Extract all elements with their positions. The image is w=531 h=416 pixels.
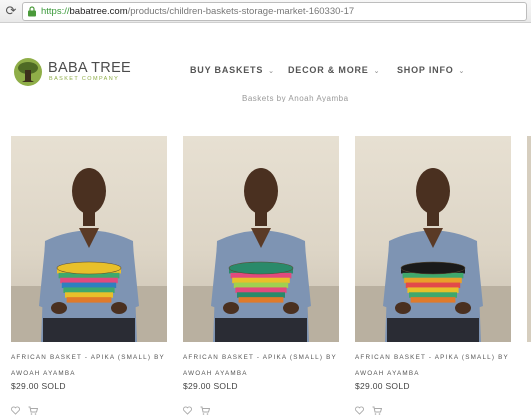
- product-price: $29.00 SOLD: [11, 381, 66, 391]
- collection-subtitle: Baskets by Anoah Ayamba: [242, 94, 349, 102]
- lock-icon: [28, 6, 36, 17]
- nav-decor-more[interactable]: DECOR & MORE ⌄: [288, 65, 380, 75]
- product-title[interactable]: AFRICAN BASKET - APIKA (SMALL) BY AWOAH …: [355, 350, 515, 382]
- reload-icon[interactable]: ⟳: [5, 4, 17, 18]
- left-hand: [223, 302, 239, 314]
- product-actions: [183, 406, 223, 416]
- basket-stripe: [404, 277, 462, 284]
- head: [72, 168, 106, 214]
- head: [244, 168, 278, 214]
- trousers: [215, 318, 307, 342]
- next-product-peek: [527, 136, 531, 342]
- product-photo[interactable]: [11, 136, 167, 342]
- basket-stripe: [61, 282, 117, 289]
- right-hand: [455, 302, 471, 314]
- baobab-tree-icon: [14, 58, 42, 86]
- head: [416, 168, 450, 214]
- url-text: https://babatree.com/products/children-b…: [41, 5, 354, 18]
- browser-toolbar: ⟳ https://babatree.com/products/children…: [0, 0, 531, 23]
- basket-rim: [56, 261, 122, 275]
- product-title[interactable]: AFRICAN BASKET - APIKA (SMALL) BY AWOAH …: [183, 350, 343, 382]
- right-hand: [111, 302, 127, 314]
- nav-shop-info[interactable]: SHOP INFO ⌄: [397, 65, 465, 75]
- basket-rim: [228, 261, 294, 275]
- neck-skin: [255, 210, 267, 226]
- nav-label: BUY BASKETS: [190, 65, 264, 75]
- basket-stripe: [233, 282, 289, 289]
- basket-stripe: [63, 287, 115, 293]
- basket-stripe: [405, 282, 461, 289]
- product-photo-art: [183, 168, 339, 342]
- basket-stripe: [235, 287, 287, 293]
- logo-name: BABA TREE: [48, 60, 132, 76]
- trousers: [387, 318, 479, 342]
- product-photo-art: [11, 168, 167, 342]
- product-actions: [355, 406, 395, 416]
- left-hand: [51, 302, 67, 314]
- product-actions: [11, 406, 51, 416]
- basket-stripe: [238, 297, 284, 303]
- basket-stripe: [66, 297, 112, 303]
- basket-stripe: [407, 287, 459, 293]
- right-hand: [283, 302, 299, 314]
- product-title[interactable]: AFRICAN BASKET - APIKA (SMALL) BY AWOAH …: [11, 350, 171, 382]
- left-hand: [395, 302, 411, 314]
- product-photo-art: [355, 168, 511, 342]
- product-price: $29.00 SOLD: [355, 381, 410, 391]
- basket-stripe: [65, 292, 113, 298]
- url-host: babatree.com: [69, 6, 128, 17]
- nav-buy-baskets[interactable]: BUY BASKETS ⌄: [190, 65, 275, 75]
- product-photo[interactable]: [355, 136, 511, 342]
- nav-label: SHOP INFO: [397, 65, 454, 75]
- chevron-down-icon: ⌄: [373, 68, 381, 75]
- logo-tagline: BASKET COMPANY: [49, 76, 120, 82]
- product-photo[interactable]: [183, 136, 339, 342]
- product-price: $29.00 SOLD: [183, 381, 238, 391]
- nav-label: DECOR & MORE: [288, 65, 369, 75]
- basket-stripe: [237, 292, 285, 298]
- trousers: [43, 318, 135, 342]
- basket-rim: [400, 261, 466, 275]
- chevron-down-icon: ⌄: [268, 68, 275, 75]
- neck-skin: [83, 210, 95, 226]
- url-path: /products/children-baskets-storage-marke…: [127, 6, 355, 17]
- url-scheme: https://: [41, 6, 70, 17]
- basket-stripe: [60, 277, 118, 284]
- address-bar[interactable]: https://babatree.com/products/children-b…: [22, 2, 527, 21]
- basket-stripe: [232, 277, 290, 284]
- basket-stripe: [410, 297, 456, 303]
- chevron-down-icon: ⌄: [458, 68, 466, 75]
- neck-skin: [427, 210, 439, 226]
- site-logo[interactable]: BABA TREE BASKET COMPANY: [13, 57, 133, 87]
- basket-stripe: [409, 292, 457, 298]
